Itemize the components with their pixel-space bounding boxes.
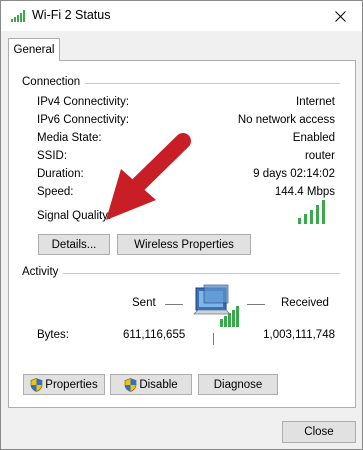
speed-value: 144.4 Mbps [274, 186, 335, 198]
ipv6-connectivity-value: No network access [237, 114, 335, 126]
bytes-label: Bytes: [37, 329, 69, 341]
ssid-label: SSID: [37, 150, 68, 162]
wireless-properties-button[interactable]: Wireless Properties [117, 234, 251, 255]
bytes-sent-value: 611,116,655 [123, 329, 186, 341]
signal-quality-bars-icon [298, 200, 326, 224]
media-state-label: Media State: [37, 132, 102, 144]
wifi-signal-icon [11, 10, 25, 22]
details-button[interactable]: Details... [38, 234, 110, 255]
close-icon [334, 10, 346, 22]
title-bar: Wi-Fi 2 Status [1, 1, 362, 31]
signal-bar [310, 210, 313, 224]
activity-group-label: Activity [22, 266, 64, 278]
received-label: Received [281, 297, 329, 309]
duration-value: 9 days 02:14:02 [253, 168, 335, 180]
ipv4-connectivity-value: Internet [296, 96, 335, 108]
tab-general[interactable]: General [8, 38, 60, 61]
diagnose-button[interactable]: Diagnose [198, 374, 278, 395]
disable-button-label: Disable [139, 378, 178, 391]
properties-button[interactable]: Properties [23, 374, 105, 395]
ssid-value: router [304, 150, 335, 162]
speed-label: Speed: [37, 186, 74, 198]
wifi-status-window: Wi-Fi 2 Status General Connection IPv4 C… [0, 0, 363, 450]
window-close-button[interactable] [318, 1, 362, 31]
disable-button[interactable]: Disable [110, 374, 192, 395]
signal-bar [304, 214, 307, 224]
uac-shield-icon [125, 377, 137, 392]
signal-bar [316, 205, 319, 224]
media-state-value: Enabled [292, 132, 335, 144]
duration-label: Duration: [37, 168, 84, 180]
received-divider [247, 304, 265, 305]
sent-divider [165, 304, 183, 305]
uac-shield-icon [30, 377, 43, 392]
signal-quality-label: Signal Quality: [37, 210, 112, 222]
signal-bar [322, 200, 325, 224]
close-button[interactable]: Close [282, 421, 356, 443]
connection-group-label: Connection [22, 76, 86, 88]
ipv6-connectivity-label: IPv6 Connectivity: [37, 114, 130, 126]
ipv4-connectivity-label: IPv4 Connectivity: [37, 96, 130, 108]
bytes-received-value: 1,003,111,748 [263, 329, 335, 341]
network-computer-icon [193, 284, 239, 327]
window-title: Wi-Fi 2 Status [32, 8, 111, 22]
activity-group-divider [22, 273, 340, 274]
signal-bar [298, 218, 301, 224]
properties-button-label: Properties [45, 378, 98, 391]
bytes-divider [213, 333, 214, 345]
sent-label: Sent [132, 297, 156, 309]
